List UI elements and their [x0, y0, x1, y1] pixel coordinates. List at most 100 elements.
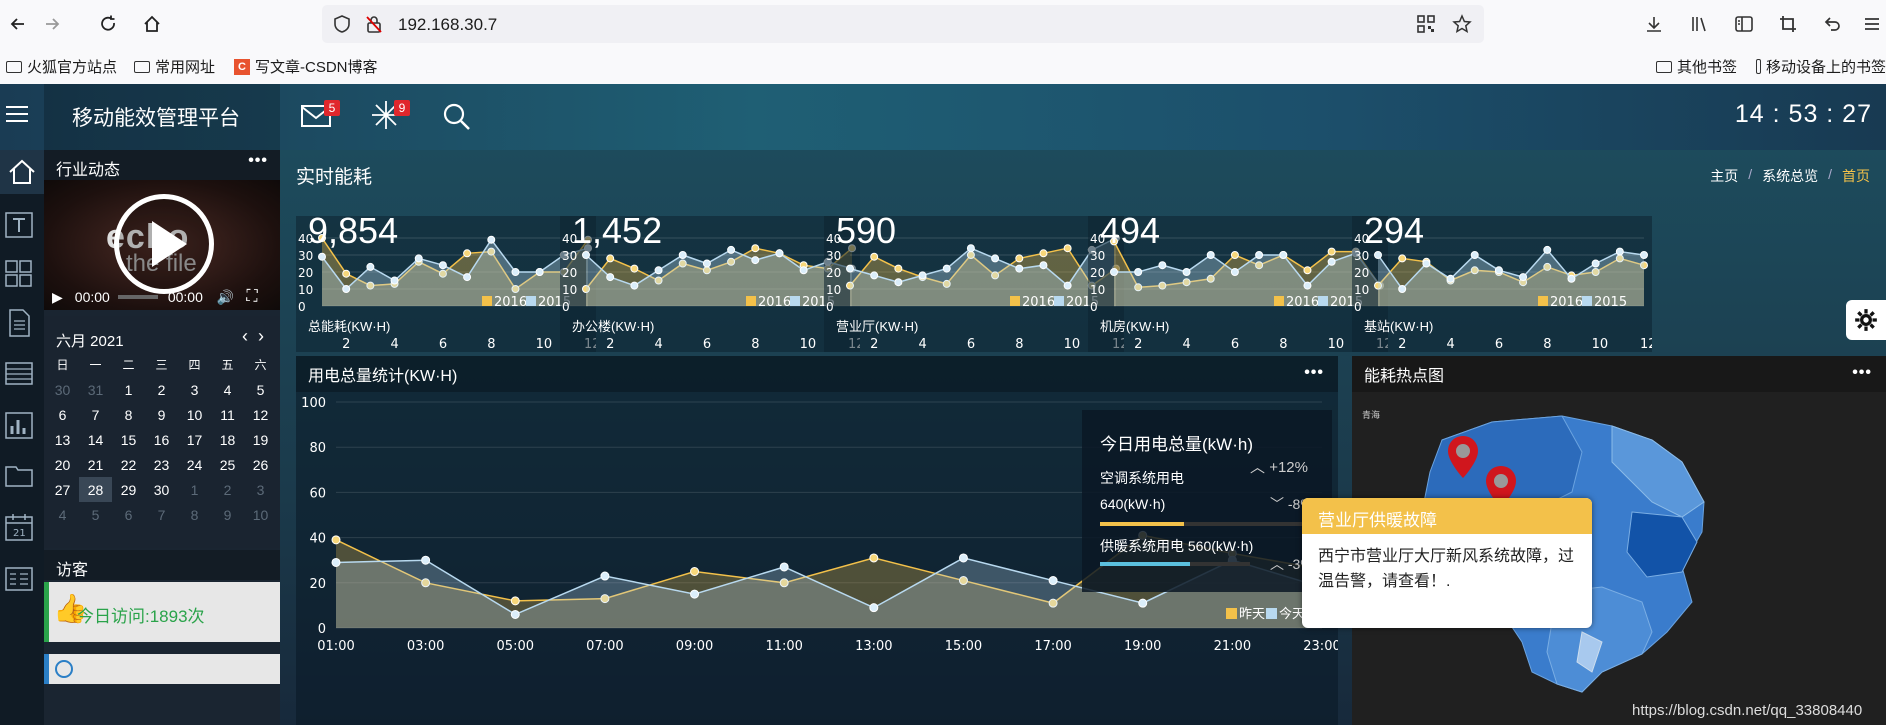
calendar-day[interactable]: 30: [46, 377, 79, 402]
data-point[interactable]: [1048, 576, 1058, 586]
breadcrumb-overview[interactable]: 系统总览: [1762, 166, 1818, 186]
data-point[interactable]: [654, 266, 663, 275]
library-icon[interactable]: [1688, 12, 1712, 36]
calendar-day[interactable]: 30: [145, 477, 178, 502]
calendar-day[interactable]: 26: [244, 452, 277, 477]
data-point[interactable]: [438, 261, 447, 270]
insecure-lock-icon[interactable]: [362, 12, 386, 36]
data-point[interactable]: [1230, 251, 1239, 259]
calendar-day[interactable]: 14: [79, 427, 112, 452]
calendar-day[interactable]: 4: [211, 377, 244, 402]
volume-icon[interactable]: 🔊: [217, 289, 234, 306]
data-point[interactable]: [1230, 268, 1239, 276]
calendar-day[interactable]: 27: [46, 477, 79, 502]
data-point[interactable]: [869, 553, 879, 563]
calendar-day[interactable]: 7: [145, 502, 178, 527]
calendar-day[interactable]: 9: [145, 402, 178, 427]
data-point[interactable]: [1398, 285, 1407, 293]
calendar-day[interactable]: 9: [211, 502, 244, 527]
data-point[interactable]: [958, 553, 968, 563]
news-more-icon[interactable]: •••: [248, 152, 268, 170]
calendar-day[interactable]: 31: [79, 377, 112, 402]
calendar-day[interactable]: 2: [211, 477, 244, 502]
data-point[interactable]: [366, 262, 375, 271]
data-point[interactable]: [1182, 268, 1191, 276]
data-point[interactable]: [600, 571, 610, 581]
data-point[interactable]: [511, 268, 520, 276]
data-point[interactable]: [1615, 247, 1624, 256]
hamburger-icon[interactable]: [6, 106, 28, 126]
calendar-day[interactable]: 25: [211, 452, 244, 477]
data-point[interactable]: [966, 244, 975, 253]
data-point[interactable]: [487, 235, 496, 244]
data-point[interactable]: [869, 603, 879, 613]
data-point[interactable]: [894, 264, 903, 273]
home-nav-icon[interactable]: [0, 150, 44, 194]
calendar-day[interactable]: 12: [244, 402, 277, 427]
data-point[interactable]: [1134, 268, 1143, 276]
data-point[interactable]: [1327, 257, 1336, 266]
calendar-day[interactable]: 11: [211, 402, 244, 427]
calendar-day[interactable]: 10: [244, 502, 277, 527]
data-point[interactable]: [414, 254, 423, 263]
calendar-day[interactable]: 24: [178, 452, 211, 477]
data-point[interactable]: [606, 273, 615, 282]
data-point[interactable]: [751, 256, 760, 265]
data-point[interactable]: [1039, 261, 1048, 270]
calendar-day[interactable]: 28: [79, 477, 112, 502]
list-nav-icon[interactable]: [4, 564, 36, 596]
data-point[interactable]: [606, 254, 615, 263]
alert-tooltip[interactable]: 营业厅供暖故障 西宁市营业厅大厅新风系统故障，过温告警，请查看！.: [1302, 498, 1592, 628]
bookmark-mobile[interactable]: 移动设备上的书签: [1756, 56, 1886, 77]
data-point[interactable]: [463, 273, 472, 282]
bookmark-common[interactable]: 常用网址: [134, 56, 215, 77]
calendar-day[interactable]: 10: [178, 402, 211, 427]
calendar-day[interactable]: 23: [145, 452, 178, 477]
breadcrumb-home[interactable]: 主页: [1710, 166, 1738, 186]
fullscreen-icon[interactable]: ⛶: [246, 288, 257, 306]
data-point[interactable]: [535, 268, 544, 276]
bookmark-other[interactable]: 其他书签: [1656, 56, 1737, 77]
calendar-prev-icon[interactable]: ‹: [242, 326, 248, 347]
data-point[interactable]: [702, 259, 711, 268]
calendar-day[interactable]: 6: [46, 402, 79, 427]
data-point[interactable]: [775, 249, 784, 258]
data-point[interactable]: [1567, 274, 1576, 283]
data-point[interactable]: [510, 596, 520, 606]
url-text[interactable]: 192.168.30.7: [398, 15, 497, 35]
data-point[interactable]: [1422, 259, 1431, 268]
compress-icon[interactable]: 9: [370, 100, 410, 130]
form-nav-icon[interactable]: [4, 358, 36, 390]
data-point[interactable]: [1206, 251, 1215, 259]
data-point[interactable]: [1494, 266, 1503, 275]
data-point[interactable]: [690, 589, 700, 599]
data-point[interactable]: [1640, 251, 1648, 259]
shield-icon[interactable]: [330, 12, 354, 36]
data-point[interactable]: [582, 251, 590, 259]
bookmark-firefox[interactable]: 火狐官方站点: [6, 56, 117, 77]
data-point[interactable]: [942, 264, 951, 273]
search-icon[interactable]: [442, 102, 472, 132]
data-point[interactable]: [421, 555, 431, 565]
data-point[interactable]: [1446, 274, 1455, 283]
data-point[interactable]: [342, 269, 351, 278]
data-point[interactable]: [1015, 264, 1024, 273]
data-point[interactable]: [1063, 281, 1072, 290]
video-player[interactable]: echo the file ▶ 00:00 00:00 🔊 ⛶: [44, 180, 280, 310]
bookmark-csdn[interactable]: C 写文章-CSDN博客: [234, 56, 378, 77]
data-point[interactable]: [991, 254, 1000, 263]
chart-nav-icon[interactable]: [4, 410, 36, 442]
usage-chart-more-icon[interactable]: •••: [1304, 364, 1324, 382]
data-point[interactable]: [894, 278, 903, 287]
data-point[interactable]: [1303, 281, 1312, 290]
calendar-day[interactable]: 4: [46, 502, 79, 527]
data-point[interactable]: [690, 567, 700, 576]
data-point[interactable]: [870, 252, 879, 261]
calendar-day[interactable]: 3: [244, 477, 277, 502]
calendar-day[interactable]: 15: [112, 427, 145, 452]
star-icon[interactable]: [1450, 12, 1474, 36]
calendar-day[interactable]: 17: [178, 427, 211, 452]
calendar-day[interactable]: 6: [112, 502, 145, 527]
data-point[interactable]: [1398, 254, 1407, 263]
data-point[interactable]: [1255, 251, 1264, 259]
